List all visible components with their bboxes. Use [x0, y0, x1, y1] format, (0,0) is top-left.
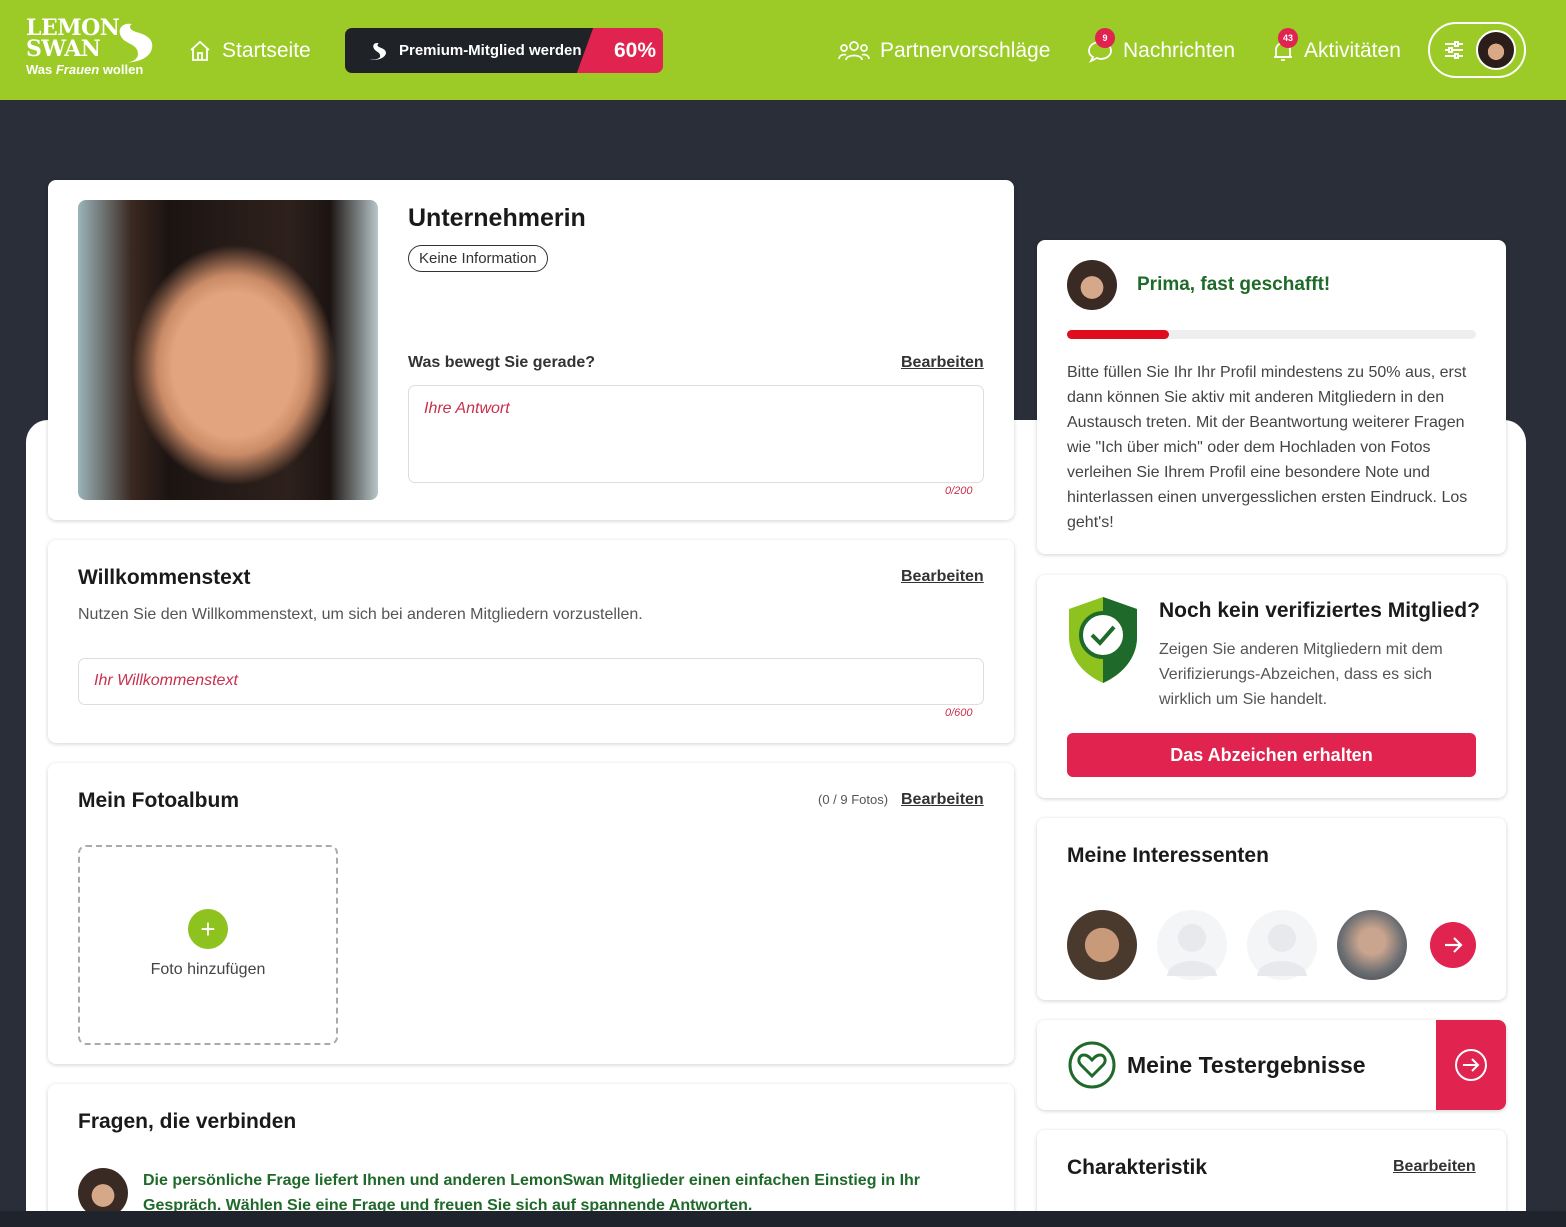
profile-photo[interactable]	[78, 200, 378, 500]
verify-title: Noch kein verifiziertes Mitglied?	[1159, 599, 1480, 622]
premium-button[interactable]: Premium-Mitglied werden 60%	[345, 28, 663, 73]
user-avatar	[1476, 30, 1516, 70]
people-icon	[838, 41, 870, 61]
account-menu[interactable]	[1428, 22, 1526, 78]
welcome-input[interactable]: Ihr Willkommenstext	[78, 658, 984, 705]
welcome-placeholder: Ihr Willkommenstext	[94, 672, 238, 689]
album-title: Mein Fotoalbum	[78, 789, 239, 812]
interested-avatar-3[interactable]	[1247, 910, 1317, 980]
swan-small-icon	[370, 42, 386, 60]
person-placeholder-icon	[1257, 924, 1307, 976]
nav-home-label: Startseite	[222, 39, 311, 62]
test-results-card[interactable]: Meine Testergebnisse	[1037, 1020, 1506, 1110]
premium-label: Premium-Mitglied werden	[399, 42, 582, 59]
interested-title: Meine Interessenten	[1067, 844, 1269, 867]
arrow-right-icon	[1445, 937, 1463, 953]
verify-text: Zeigen Sie anderen Mitgliedern mit dem V…	[1159, 641, 1443, 708]
nav-home[interactable]: Startseite	[188, 36, 311, 66]
get-badge-button[interactable]: Das Abzeichen erhalten	[1067, 733, 1476, 777]
add-photo-label: Foto hinzufügen	[150, 961, 266, 978]
top-header: LEMON SWAN Was Frauen wollen Startseite …	[0, 0, 1566, 100]
welcome-card: Willkommenstext Bearbeiten Nutzen Sie de…	[48, 540, 1014, 743]
answer-placeholder: Ihre Antwort	[424, 400, 510, 417]
info-pill: Keine Information	[408, 245, 548, 272]
welcome-counter: 0/600	[945, 707, 973, 719]
verification-card: Noch kein verifiziertes Mitglied? Zeigen…	[1037, 575, 1506, 798]
completion-progress-bar	[1067, 330, 1476, 339]
advisor-avatar	[1067, 260, 1117, 310]
photo-album-card: Mein Fotoalbum (0 / 9 Fotos) Bearbeiten …	[48, 763, 1014, 1064]
messages-count-badge: 9	[1095, 28, 1115, 48]
questions-card: Fragen, die verbinden Die persönliche Fr…	[48, 1084, 1014, 1224]
verified-shield-icon	[1069, 597, 1137, 683]
home-icon	[190, 40, 210, 61]
arrow-circle-right-icon	[1455, 1049, 1487, 1081]
interested-more-button[interactable]	[1430, 922, 1476, 968]
welcome-title: Willkommenstext	[78, 566, 251, 589]
completion-title: Prima, fast geschafft!	[1137, 274, 1331, 295]
interested-avatar-4[interactable]	[1337, 910, 1407, 980]
tests-title: Meine Testergebnisse	[1127, 1052, 1366, 1078]
interested-card: Meine Interessenten	[1037, 818, 1506, 1000]
nav-messages-label: Nachrichten	[1123, 39, 1236, 62]
characteristics-title: Charakteristik	[1067, 1156, 1208, 1179]
nav-partner-suggestions-label: Partnervorschläge	[880, 39, 1051, 62]
premium-percent: 60%	[613, 38, 657, 62]
interested-avatar-1[interactable]	[1067, 910, 1137, 980]
nav-partner-suggestions[interactable]: Partnervorschläge	[838, 36, 1050, 66]
answer-counter: 0/200	[945, 485, 973, 497]
interested-avatar-2[interactable]	[1157, 910, 1227, 980]
plus-icon: +	[188, 909, 228, 949]
nav-activities-label: Aktivitäten	[1304, 39, 1401, 62]
welcome-description: Nutzen Sie den Willkommenstext, um sich …	[78, 606, 643, 623]
person-placeholder-icon	[1167, 924, 1217, 976]
album-count: (0 / 9 Fotos)	[818, 792, 889, 807]
answer-input[interactable]: Ihre Antwort	[408, 385, 984, 483]
question-label: Was bewegt Sie gerade?	[408, 354, 596, 371]
completion-text: Bitte füllen Sie Ihr Ihr Profil mindeste…	[1067, 364, 1468, 531]
tests-open-button[interactable]	[1436, 1020, 1506, 1110]
edit-welcome-link[interactable]: Bearbeiten	[901, 568, 984, 586]
profile-card: Unternehmerin Keine Information Was bewe…	[48, 180, 1014, 520]
os-taskbar	[0, 1211, 1566, 1227]
sliders-icon	[1445, 41, 1463, 59]
profile-completion-card: Prima, fast geschafft! Bitte füllen Sie …	[1037, 240, 1506, 554]
edit-album-link[interactable]: Bearbeiten	[901, 791, 984, 809]
occupation-title: Unternehmerin	[408, 204, 586, 232]
add-photo-tile[interactable]: + Foto hinzufügen	[78, 845, 338, 1045]
heart-circle-icon	[1068, 1041, 1116, 1089]
completion-progress-fill	[1067, 330, 1170, 339]
questions-title: Fragen, die verbinden	[78, 1110, 297, 1133]
swan-icon	[119, 23, 153, 63]
edit-question-link[interactable]: Bearbeiten	[901, 354, 984, 372]
activities-count-badge: 43	[1278, 28, 1298, 48]
edit-characteristics-link[interactable]: Bearbeiten	[1393, 1158, 1476, 1176]
